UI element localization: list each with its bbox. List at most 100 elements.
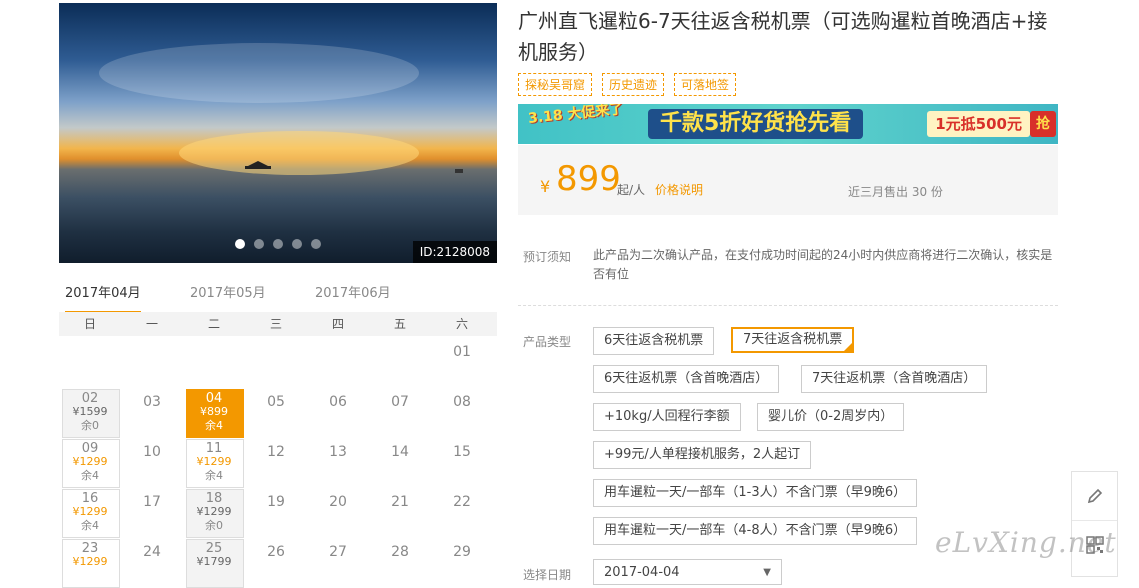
product-tags: 探秘吴哥窟 历史遗迹 可落地签 [518,73,737,96]
day-number: 06 [329,394,347,410]
tab-month-3[interactable]: 2017年06月 [315,284,391,311]
calendar-day: 14 [369,436,431,486]
day-price: ¥1299 [72,555,108,568]
day-number: 27 [329,544,347,560]
product-option[interactable]: +10kg/人回程行李额 [593,403,741,431]
calendar-day: 08 [431,386,493,436]
day-number: 22 [453,494,471,510]
product-option[interactable]: +99元/人单程接机服务，2人起订 [593,441,812,469]
carousel-dot[interactable] [254,239,264,249]
calendar-day[interactable]: 23 ¥1299 [59,536,121,588]
weekday-label: 一 [145,317,158,331]
day-stock: 余4 [81,469,99,482]
day-number: 07 [391,394,409,410]
currency-symbol: ¥ [540,177,551,196]
date-select[interactable]: 2017-04-04 ▼ [593,559,782,585]
product-option[interactable]: 6天往返机票（含首晚酒店） [593,365,780,393]
product-option-selected[interactable]: 7天往返含税机票 [731,327,855,353]
tag[interactable]: 探秘吴哥窟 [518,73,593,96]
price-box: ¥ 899 起/人 价格说明 近三月售出 30 份 [518,145,1058,215]
weekday-label: 六 [455,317,468,331]
product-option[interactable]: 6天往返含税机票 [593,327,715,355]
chevron-down-icon: ▼ [763,567,771,578]
calendar-day: 01 [431,336,493,386]
day-number: 08 [453,394,471,410]
weekday-label: 三 [269,317,282,331]
day-number: 28 [391,544,409,560]
weekday-label: 日 [83,317,96,331]
sunset-lake-scene [99,43,463,175]
calendar-day [121,336,183,386]
product-option[interactable]: 用车暹粒一天/一部车（1-3人）不含门票（早9晚6） [593,479,918,507]
weekday-label: 五 [393,317,406,331]
day-stock: 余4 [81,519,99,532]
day-number: 23 [81,541,99,556]
day-number: 18 [205,491,223,506]
calendar-day [307,336,369,386]
day-number: 10 [143,444,161,460]
price-unit: 起/人 [617,183,646,197]
carousel-dot[interactable] [273,239,283,249]
carousel-dot[interactable] [311,239,321,249]
calendar-week-row: 09 ¥1299 余4 10 11 ¥1299 余4 12 13 14 15 [59,436,497,488]
product-image[interactable]: ID:2128008 [59,3,497,263]
day-number: 20 [329,494,347,510]
promo-badge: 3.18 大促来了 [527,104,624,127]
calendar-week-row: 02 ¥1599 余0 03 04 ¥899 余4 05 06 07 08 [59,386,497,438]
carousel-dot[interactable] [292,239,302,249]
booking-notice: 此产品为二次确认产品，在支付成功时间起的24小时内供应商将进行二次确认，核实是否… [593,248,1053,281]
tab-month-2[interactable]: 2017年05月 [190,284,266,311]
day-number: 11 [205,441,223,456]
day-number: 14 [391,444,409,460]
product-title: 广州直飞暹粒6-7天往返含税机票（可选购暹粒首晚酒店+接机服务） [518,9,1048,64]
product-option[interactable]: 7天往返机票（含首晚酒店） [801,365,988,393]
product-option[interactable]: 用车暹粒一天/一部车（4-8人）不含门票（早9晚6） [593,517,918,545]
calendar-day: 07 [369,386,431,436]
calendar-week-row: 16 ¥1299 余4 17 18 ¥1299 余0 19 20 21 22 [59,486,497,538]
tag[interactable]: 历史遗迹 [602,73,665,96]
carousel-dot[interactable] [235,239,245,249]
product-type-label: 产品类型 [523,335,572,349]
calendar-day: 05 [245,386,307,436]
day-number: 05 [267,394,285,410]
price-explain-link[interactable]: 价格说明 [655,181,703,198]
day-price: ¥1799 [196,555,232,568]
tab-month-1[interactable]: 2017年04月 [65,284,141,314]
calendar-day[interactable]: 11 ¥1299 余4 [183,436,245,488]
calendar-day: 22 [431,486,493,536]
calendar-day: 29 [431,536,493,586]
calendar-week-row: 01 [59,336,497,386]
day-number: 04 [205,391,223,406]
calendar-day[interactable]: 18 ¥1299 余0 [183,486,245,538]
calendar-day: 27 [307,536,369,586]
calendar-day[interactable]: 09 ¥1299 余4 [59,436,121,488]
pencil-icon [1087,488,1102,504]
promo-headline: 千款5折好货抢先看 [648,109,864,139]
feedback-button[interactable] [1072,472,1117,521]
tag[interactable]: 可落地签 [674,73,737,96]
calendar-day: 10 [121,436,183,486]
day-stock: 余4 [205,419,223,432]
calendar-day[interactable]: 25 ¥1799 [183,536,245,588]
product-option[interactable]: 婴儿价（0-2周岁内） [757,403,905,431]
day-number: 17 [143,494,161,510]
promo-grab-button[interactable]: 抢 [1030,111,1056,137]
promo-banner[interactable]: 3.18 大促来了 千款5折好货抢先看 1元抵500元 抢 [518,104,1058,144]
calendar-day[interactable]: 02 ¥1599 余0 [59,386,121,438]
calendar-day: 13 [307,436,369,486]
calendar-day[interactable]: 04 ¥899 余4 [183,386,245,438]
day-number: 19 [267,494,285,510]
calendar-day: 28 [369,536,431,586]
day-number: 02 [81,391,99,406]
weekday-label: 二 [207,317,220,331]
day-number: 24 [143,544,161,560]
month-tabs: 2017年04月 2017年05月 2017年06月 [59,280,497,314]
calendar-day: 19 [245,486,307,536]
calendar-day: 24 [121,536,183,586]
day-number: 26 [267,544,285,560]
calendar-day[interactable]: 16 ¥1299 余4 [59,486,121,538]
calendar-day: 17 [121,486,183,536]
calendar-day: 06 [307,386,369,436]
calendar-day: 12 [245,436,307,486]
day-number: 21 [391,494,409,510]
